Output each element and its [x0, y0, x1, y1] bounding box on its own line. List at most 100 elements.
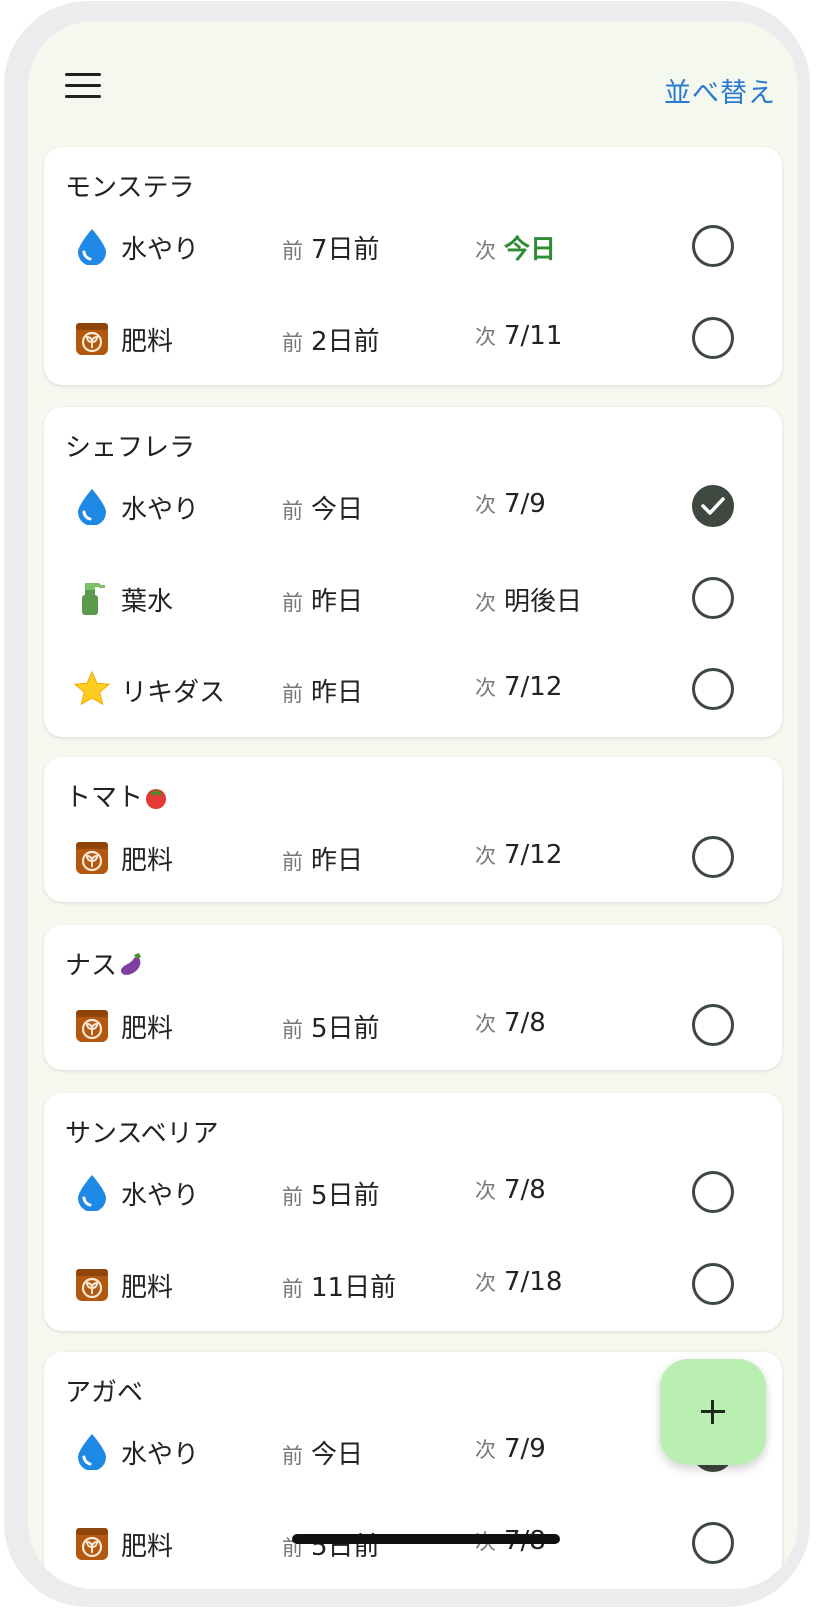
- plant-name: サンスベリア: [65, 1113, 219, 1150]
- prev-prefix: 前: [282, 590, 303, 615]
- last-done: 前今日: [282, 1434, 363, 1471]
- plant-name-label: モンステラ: [65, 173, 195, 203]
- task-label: 水やり: [121, 235, 200, 265]
- next-prefix: 次: [475, 1012, 496, 1036]
- task-label: 葉水: [121, 586, 174, 617]
- plant-name-label: シェフレラ: [65, 433, 196, 463]
- prev-prefix: 前: [282, 1276, 303, 1301]
- last-done: 前昨日: [282, 581, 363, 618]
- next-due-value: 7/11: [504, 320, 563, 351]
- plant-card[interactable]: モンステラ 水やり前 7日前次今日 肥料前 2日前次 7/11: [44, 147, 782, 385]
- prev-prefix: 前: [282, 1185, 303, 1209]
- task-label: 水やり: [121, 1181, 200, 1211]
- plant-name: シェフレラ: [65, 427, 195, 464]
- next-due-value: 今日: [504, 235, 557, 265]
- next-prefix: 次: [475, 844, 496, 868]
- task-row: 水やり 前 5日前 次 7/8: [44, 1162, 782, 1222]
- hamburger-menu-icon[interactable]: [65, 73, 101, 101]
- last-done: 前昨日: [282, 840, 363, 877]
- last-done-value: 5日前: [311, 1014, 380, 1044]
- fertilizer-bag-icon: [73, 1006, 111, 1044]
- task-label: 肥料: [121, 1272, 174, 1303]
- last-done-value: 5日前: [311, 1181, 380, 1211]
- unchecked-circle-icon[interactable]: [692, 576, 734, 619]
- prev-prefix: 前: [282, 1444, 303, 1468]
- sort-button[interactable]: 並べ替え: [664, 71, 776, 110]
- next-due: 次今日: [475, 229, 556, 266]
- fertilizer-bag-icon: [73, 319, 111, 357]
- next-due-value: 7/12: [504, 672, 563, 702]
- task-row: リキダス 前昨日 次 7/12: [44, 659, 782, 719]
- next-due-value: 7/8: [504, 1008, 546, 1038]
- next-due: 次 7/9: [475, 1434, 546, 1464]
- next-prefix: 次: [475, 324, 496, 349]
- plant-name-label: サンスベリア: [65, 1119, 219, 1149]
- task-label: 肥料: [121, 1531, 174, 1562]
- next-prefix: 次: [475, 493, 496, 517]
- next-due: 次 7/9: [475, 489, 546, 519]
- next-due: 次 7/12: [475, 840, 562, 870]
- last-done: 前 7日前: [282, 229, 380, 266]
- next-prefix: 次: [475, 1179, 496, 1203]
- plant-card[interactable]: ナス肥料 前 5日前 次 7/8: [44, 925, 782, 1070]
- last-done: 前今日: [282, 489, 363, 526]
- next-due-value: 7/8: [504, 1175, 546, 1205]
- water-drop-icon: [73, 1432, 111, 1471]
- last-done-value: 昨日: [311, 586, 364, 617]
- device-frame: 並べ替え モンステラ 水やり前 7日前次今日 肥料前 2日前次 7/11 シェフレラ 水やり前…: [4, 1, 810, 1607]
- plant-name-label: ナス: [65, 951, 118, 981]
- next-due-value: 明後日: [504, 586, 583, 617]
- unchecked-circle-icon[interactable]: [692, 1171, 734, 1213]
- unchecked-circle-icon[interactable]: [692, 668, 734, 710]
- last-done-value: 11日前: [311, 1272, 397, 1303]
- spray-bottle-icon: [73, 579, 111, 617]
- last-done-value: 今日: [311, 1440, 364, 1470]
- task-row: 肥料 前 5日前 次 7/8: [44, 995, 782, 1055]
- water-drop-icon: [73, 1173, 111, 1212]
- task-row: 肥料 前 2日前 次 7/11: [44, 308, 782, 368]
- last-done: 前昨日: [282, 672, 363, 709]
- task-row: 水やり 前 7日前 次今日: [44, 216, 782, 276]
- prev-prefix: 前: [282, 1018, 303, 1042]
- task-label: 肥料: [121, 326, 174, 357]
- prev-prefix: 前: [282, 850, 303, 874]
- next-due: 次 7/18: [475, 1267, 562, 1297]
- prev-prefix: 前: [282, 330, 303, 355]
- plant-name-label: トマト: [65, 783, 144, 813]
- unchecked-circle-icon[interactable]: [692, 316, 734, 359]
- unchecked-circle-icon[interactable]: [692, 1004, 734, 1046]
- plant-card[interactable]: シェフレラ 水やり前今日次 7/9 葉水前昨日次明後日 リキダス前昨日次 7/12: [44, 407, 782, 737]
- last-done: 前 11日前: [282, 1267, 396, 1304]
- plant-name-label: アガベ: [65, 1378, 144, 1408]
- checked-circle-icon[interactable]: [692, 485, 734, 527]
- unchecked-circle-icon[interactable]: [692, 1521, 734, 1564]
- water-drop-icon: [73, 487, 111, 526]
- task-row: 水やり 前今日 次 7/9: [44, 476, 782, 536]
- plant-name: トマト: [65, 777, 169, 817]
- next-due: 次明後日: [475, 581, 582, 618]
- water-drop-icon: [73, 227, 111, 266]
- last-done: 前 5日前: [282, 1008, 380, 1045]
- prev-prefix: 前: [282, 682, 303, 706]
- plant-name: ナス: [65, 945, 145, 985]
- plant-card[interactable]: サンスベリア 水やり前 5日前次 7/8 肥料前 11日前次 7/18: [44, 1093, 782, 1331]
- star-icon: [73, 670, 111, 708]
- unchecked-circle-icon[interactable]: [692, 225, 734, 267]
- next-prefix: 次: [475, 590, 496, 615]
- task-row: 肥料 前昨日 次 7/12: [44, 827, 782, 887]
- next-prefix: 次: [475, 239, 496, 263]
- unchecked-circle-icon[interactable]: [692, 1262, 734, 1305]
- last-done: 前 5日前: [282, 1175, 380, 1212]
- plant-name: アガベ: [65, 1372, 143, 1409]
- add-plant-button[interactable]: [660, 1359, 766, 1465]
- unchecked-circle-icon[interactable]: [692, 836, 734, 878]
- next-due: 次 7/12: [475, 672, 562, 702]
- fertilizer-bag-icon: [73, 1524, 111, 1562]
- task-label: 肥料: [121, 1014, 174, 1044]
- plant-name: モンステラ: [65, 167, 194, 204]
- plant-card[interactable]: トマト 肥料 前昨日 次 7/12: [44, 757, 782, 902]
- last-done-value: 昨日: [311, 846, 364, 876]
- app-screen: 並べ替え モンステラ 水やり前 7日前次今日 肥料前 2日前次 7/11 シェフレラ 水やり前…: [28, 21, 798, 1589]
- next-due-value: 7/9: [504, 489, 546, 519]
- home-indicator: [292, 1534, 560, 1544]
